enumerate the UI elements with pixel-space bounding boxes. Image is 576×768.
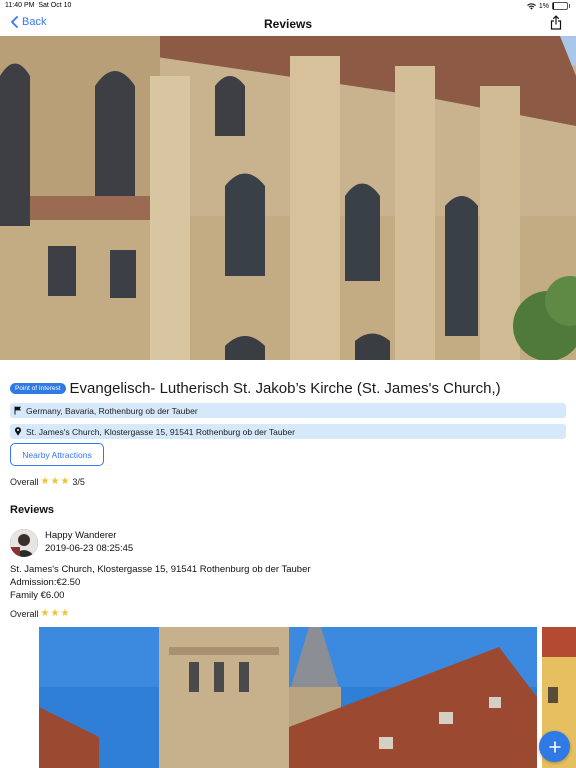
avatar[interactable]: [10, 529, 38, 557]
category-badge: Point of Interest: [10, 383, 66, 394]
page-title: Reviews: [263, 17, 313, 31]
nearby-attractions-button[interactable]: Nearby Attractions: [10, 443, 104, 466]
star-rating-icon: ★★★: [40, 476, 71, 487]
review-line: Family €6.00: [10, 590, 65, 601]
flag-icon: [14, 406, 21, 415]
church-facade-image: [0, 36, 576, 360]
region-row: Germany, Bavaria, Rothenburg ob der Taub…: [10, 403, 566, 418]
place-title: Evangelisch- Lutherisch St. Jakob’s Kirc…: [69, 380, 501, 397]
add-review-button[interactable]: [539, 731, 570, 762]
wifi-icon: [527, 2, 536, 10]
region-text: Germany, Bavaria, Rothenburg ob der Taub…: [26, 405, 198, 416]
reviewer-name[interactable]: Happy Wanderer: [45, 530, 116, 541]
address-row: St. James's Church, Klostergasse 15, 915…: [10, 424, 566, 439]
review-timestamp: 2019-06-23 08:25:45: [45, 543, 134, 554]
status-bar: 11:40 PM Sat Oct 10 1%: [0, 0, 576, 12]
reviews-section-title: Reviews: [10, 504, 55, 516]
place-header: Point of Interest Evangelisch- Lutherisc…: [10, 380, 568, 397]
address-text: St. James's Church, Klostergasse 15, 915…: [26, 426, 295, 437]
star-rating-icon: ★★★: [40, 608, 71, 619]
rating-value: 3/5: [72, 476, 85, 487]
overall-label: Overall: [10, 476, 39, 487]
navigation-bar: Back Reviews: [0, 12, 576, 36]
review-body: St. James's Church, Klostergasse 15, 915…: [10, 563, 311, 602]
battery-icon: [552, 2, 570, 10]
review-line: Admission:€2.50: [10, 577, 81, 588]
overall-rating: Overall ★★★ 3/5: [10, 476, 85, 487]
battery-percent: 1%: [538, 2, 549, 10]
review-photo[interactable]: [39, 627, 537, 768]
status-right: 1%: [527, 2, 570, 10]
plus-icon: [548, 740, 561, 753]
status-time: 11:40 PM Sat Oct 10: [5, 2, 72, 9]
review-line: St. James's Church, Klostergasse 15, 915…: [10, 564, 311, 575]
review-rating: Overall ★★★: [10, 608, 70, 619]
location-pin-icon: [15, 427, 21, 436]
share-icon[interactable]: [550, 15, 562, 30]
church-tower-image: [39, 627, 537, 768]
user-avatar-image: [10, 529, 38, 557]
hero-photo[interactable]: [0, 36, 576, 360]
overall-label: Overall: [10, 608, 39, 619]
